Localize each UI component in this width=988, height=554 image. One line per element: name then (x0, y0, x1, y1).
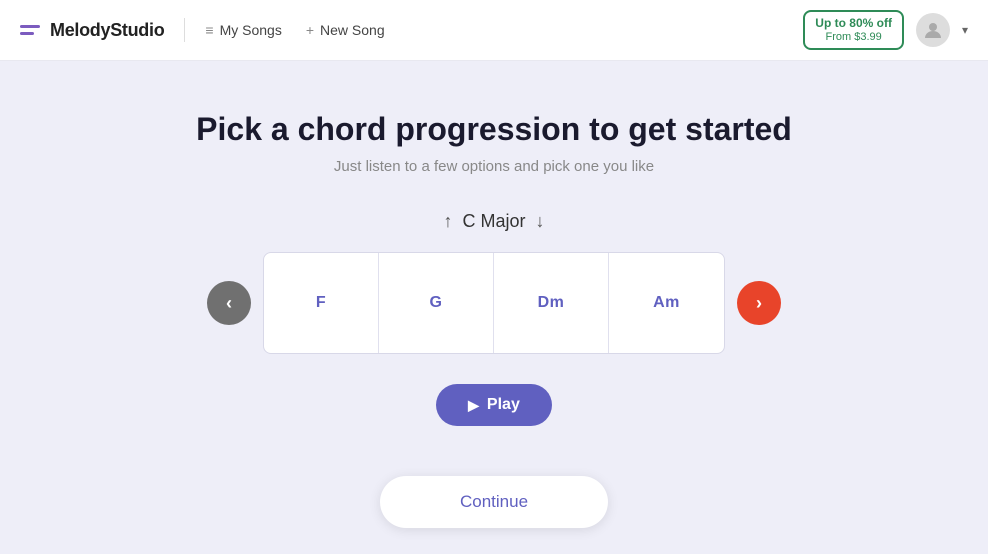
logo-icon (20, 25, 40, 35)
user-dropdown-arrow[interactable]: ▾ (962, 23, 968, 37)
chord-name-2: Dm (538, 294, 565, 312)
promo-badge[interactable]: Up to 80% off From $3.99 (803, 10, 904, 50)
chord-cell-0[interactable]: F (264, 253, 379, 353)
promo-top: Up to 80% off (815, 16, 892, 30)
nav-divider (184, 18, 185, 42)
chord-container: ‹ F G Dm Am › (207, 252, 781, 354)
my-songs-label: My Songs (220, 22, 282, 38)
play-button[interactable]: ▶ Play (436, 384, 552, 426)
chord-name-3: Am (653, 294, 680, 312)
my-songs-link[interactable]: ≡ My Songs (205, 22, 281, 38)
list-icon: ≡ (205, 22, 213, 38)
page-title: Pick a chord progression to get started (196, 111, 792, 148)
key-up-arrow[interactable]: ↑ (443, 211, 452, 232)
play-label: Play (487, 396, 520, 414)
new-song-link[interactable]: + New Song (306, 22, 385, 38)
continue-label: Continue (460, 492, 528, 511)
play-icon: ▶ (468, 397, 479, 414)
key-down-arrow[interactable]: ↓ (536, 211, 545, 232)
user-avatar[interactable] (916, 13, 950, 47)
chord-cell-1[interactable]: G (379, 253, 494, 353)
logo-area[interactable]: MelodyStudio (20, 20, 164, 41)
main-content: Pick a chord progression to get started … (0, 61, 988, 554)
page-subtitle: Just listen to a few options and pick on… (334, 158, 654, 175)
prev-progression-button[interactable]: ‹ (207, 281, 251, 325)
key-label: C Major (462, 211, 525, 232)
continue-button[interactable]: Continue (380, 476, 608, 528)
chord-name-0: F (316, 294, 326, 312)
chord-cell-3[interactable]: Am (609, 253, 724, 353)
promo-bottom: From $3.99 (815, 31, 892, 44)
nav-right: Up to 80% off From $3.99 ▾ (803, 10, 968, 50)
new-song-label: New Song (320, 22, 385, 38)
chord-cell-2[interactable]: Dm (494, 253, 609, 353)
nav-links: ≡ My Songs + New Song (205, 22, 384, 38)
logo-title: MelodyStudio (50, 20, 164, 41)
key-selector: ↑ C Major ↓ (443, 211, 544, 232)
chord-grid: F G Dm Am (263, 252, 725, 354)
next-progression-button[interactable]: › (737, 281, 781, 325)
navbar: MelodyStudio ≡ My Songs + New Song Up to… (0, 0, 988, 61)
plus-icon: + (306, 22, 314, 38)
chord-name-1: G (430, 294, 443, 312)
